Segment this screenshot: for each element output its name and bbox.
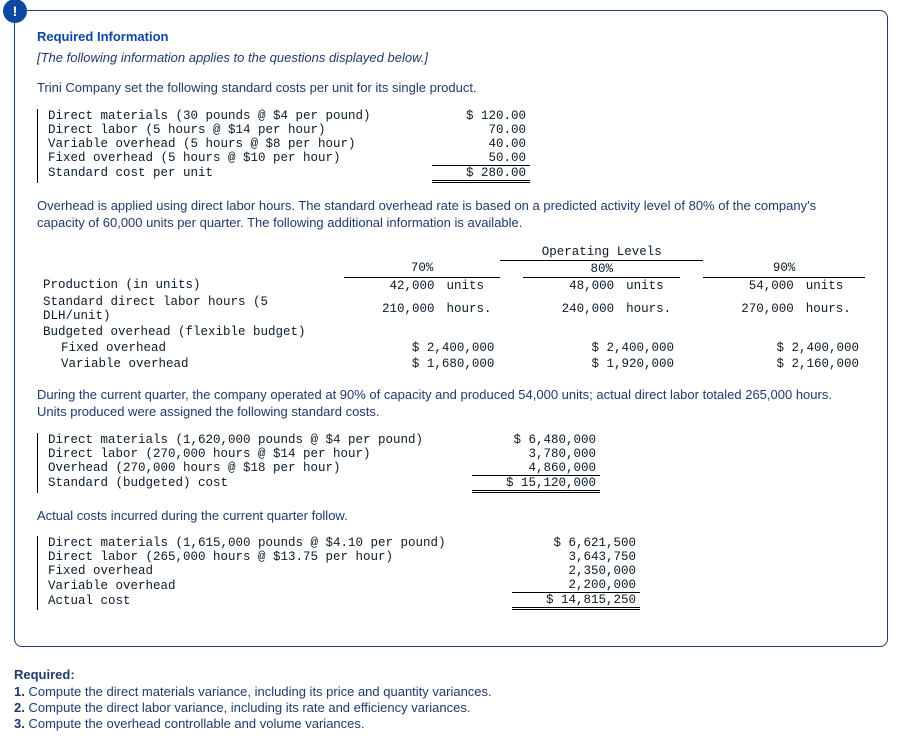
col-80: 80% [523,260,680,277]
standard-cost-table: Direct materials (30 pounds @ $4 per pou… [37,109,865,183]
col-70: 70% [344,260,501,277]
actual-para: Actual costs incurred during the current… [37,507,865,525]
required-title: Required: [14,667,888,682]
operating-levels-table: Operating Levels 70% 80% 90% Production … [37,244,865,372]
intro-text: Trini Company set the following standard… [37,79,865,97]
applies-note: [The following information applies to th… [37,50,865,65]
actual-cost-table: Direct materials (1,615,000 pounds @ $4.… [37,536,865,610]
card-title: Required Information [37,29,865,44]
budgeted-cost-table: Direct materials (1,620,000 pounds @ $4 … [37,433,865,493]
info-card: ! Required Information [The following in… [14,10,888,647]
required-list: 1. Compute the direct materials variance… [14,684,888,731]
std-row-val: $ 120.00 [432,109,530,123]
alert-icon: ! [3,0,27,23]
quarter-para: During the current quarter, the company … [37,386,865,421]
req-item-3: 3. Compute the overhead controllable and… [14,716,888,731]
req-item-2: 2. Compute the direct labor variance, in… [14,700,888,715]
overhead-para: Overhead is applied using direct labor h… [37,197,865,232]
col-90: 90% [703,260,865,277]
required-section: Required: 1. Compute the direct material… [14,667,888,731]
std-row-label: Direct materials (30 pounds @ $4 per pou… [44,109,432,123]
op-title: Operating Levels [500,244,703,261]
req-item-1: 1. Compute the direct materials variance… [14,684,888,699]
